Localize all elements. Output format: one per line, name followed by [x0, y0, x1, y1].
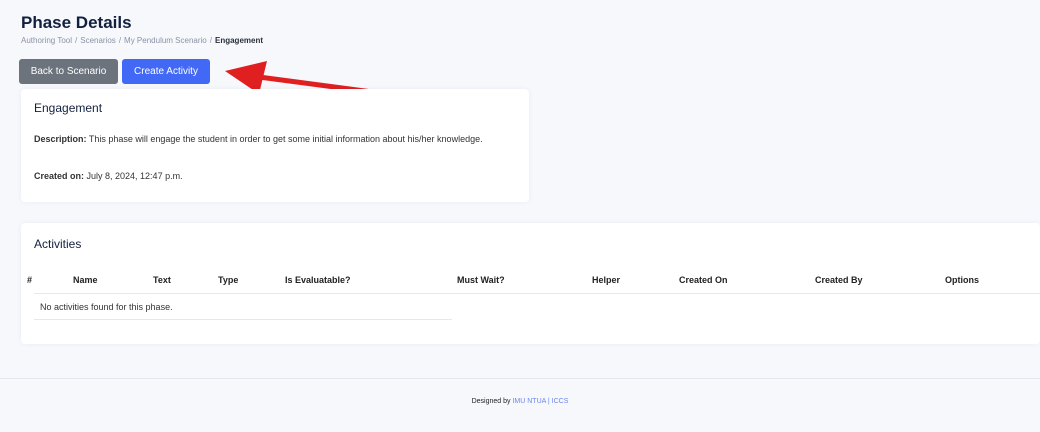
table-row-divider [34, 319, 452, 320]
description-label: Description: [34, 134, 87, 144]
breadcrumb-item-authoring-tool[interactable]: Authoring Tool [21, 36, 72, 45]
footer: Designed by IMU NTUA | ICCS [0, 398, 1040, 405]
back-to-scenario-button[interactable]: Back to Scenario [19, 59, 118, 84]
col-header-number: # [27, 275, 33, 285]
footer-divider-pipe: | [547, 398, 550, 405]
created-on-label: Created on: [34, 171, 85, 181]
col-header-type: Type [218, 275, 239, 285]
breadcrumb: Authoring Tool / Scenarios / My Pendulum Sce… [21, 36, 263, 45]
footer-divider [0, 378, 1040, 379]
col-header-text: Text [153, 275, 171, 285]
breadcrumb-separator: / [75, 36, 78, 45]
breadcrumb-separator: / [209, 36, 212, 45]
phase-created-on: Created on: July 8, 2024, 12:47 p.m. [34, 171, 183, 181]
phase-title: Engagement [34, 101, 103, 115]
table-empty-message: No activities found for this phase. [40, 302, 173, 312]
breadcrumb-item-scenarios[interactable]: Scenarios [80, 36, 116, 45]
phase-details-card: Engagement Description: This phase will … [21, 89, 529, 202]
breadcrumb-separator: / [118, 36, 122, 45]
created-on-value: July 8, 2024, 12:47 p.m. [84, 171, 183, 181]
footer-designed-by: Designed by [471, 398, 511, 405]
col-header-is-evaluatable: Is Evaluatable? [285, 275, 351, 285]
activities-title: Activities [34, 237, 82, 251]
create-activity-button[interactable]: Create Activity [122, 59, 210, 84]
col-header-must-wait: Must Wait? [457, 275, 505, 285]
breadcrumb-item-current: Engagement [215, 36, 264, 45]
phase-description: Description: This phase will engage the … [34, 132, 514, 147]
col-header-options: Options [945, 275, 979, 285]
footer-link-imu-ntua[interactable]: IMU NTUA [512, 398, 545, 405]
col-header-created-by: Created By [815, 275, 863, 285]
footer-link-iccs[interactable]: ICCS [552, 398, 569, 405]
col-header-helper: Helper [592, 275, 621, 285]
page-title: Phase Details [21, 13, 132, 32]
description-text: This phase will engage the student in or… [86, 134, 483, 144]
table-header-divider [34, 293, 1040, 294]
activities-card: Activities # Name Text Type Is Evaluatab… [21, 223, 1040, 344]
col-header-created-on: Created On [679, 275, 728, 285]
breadcrumb-item-scenario[interactable]: My Pendulum Scenario [124, 36, 207, 45]
col-header-name: Name [73, 275, 98, 285]
